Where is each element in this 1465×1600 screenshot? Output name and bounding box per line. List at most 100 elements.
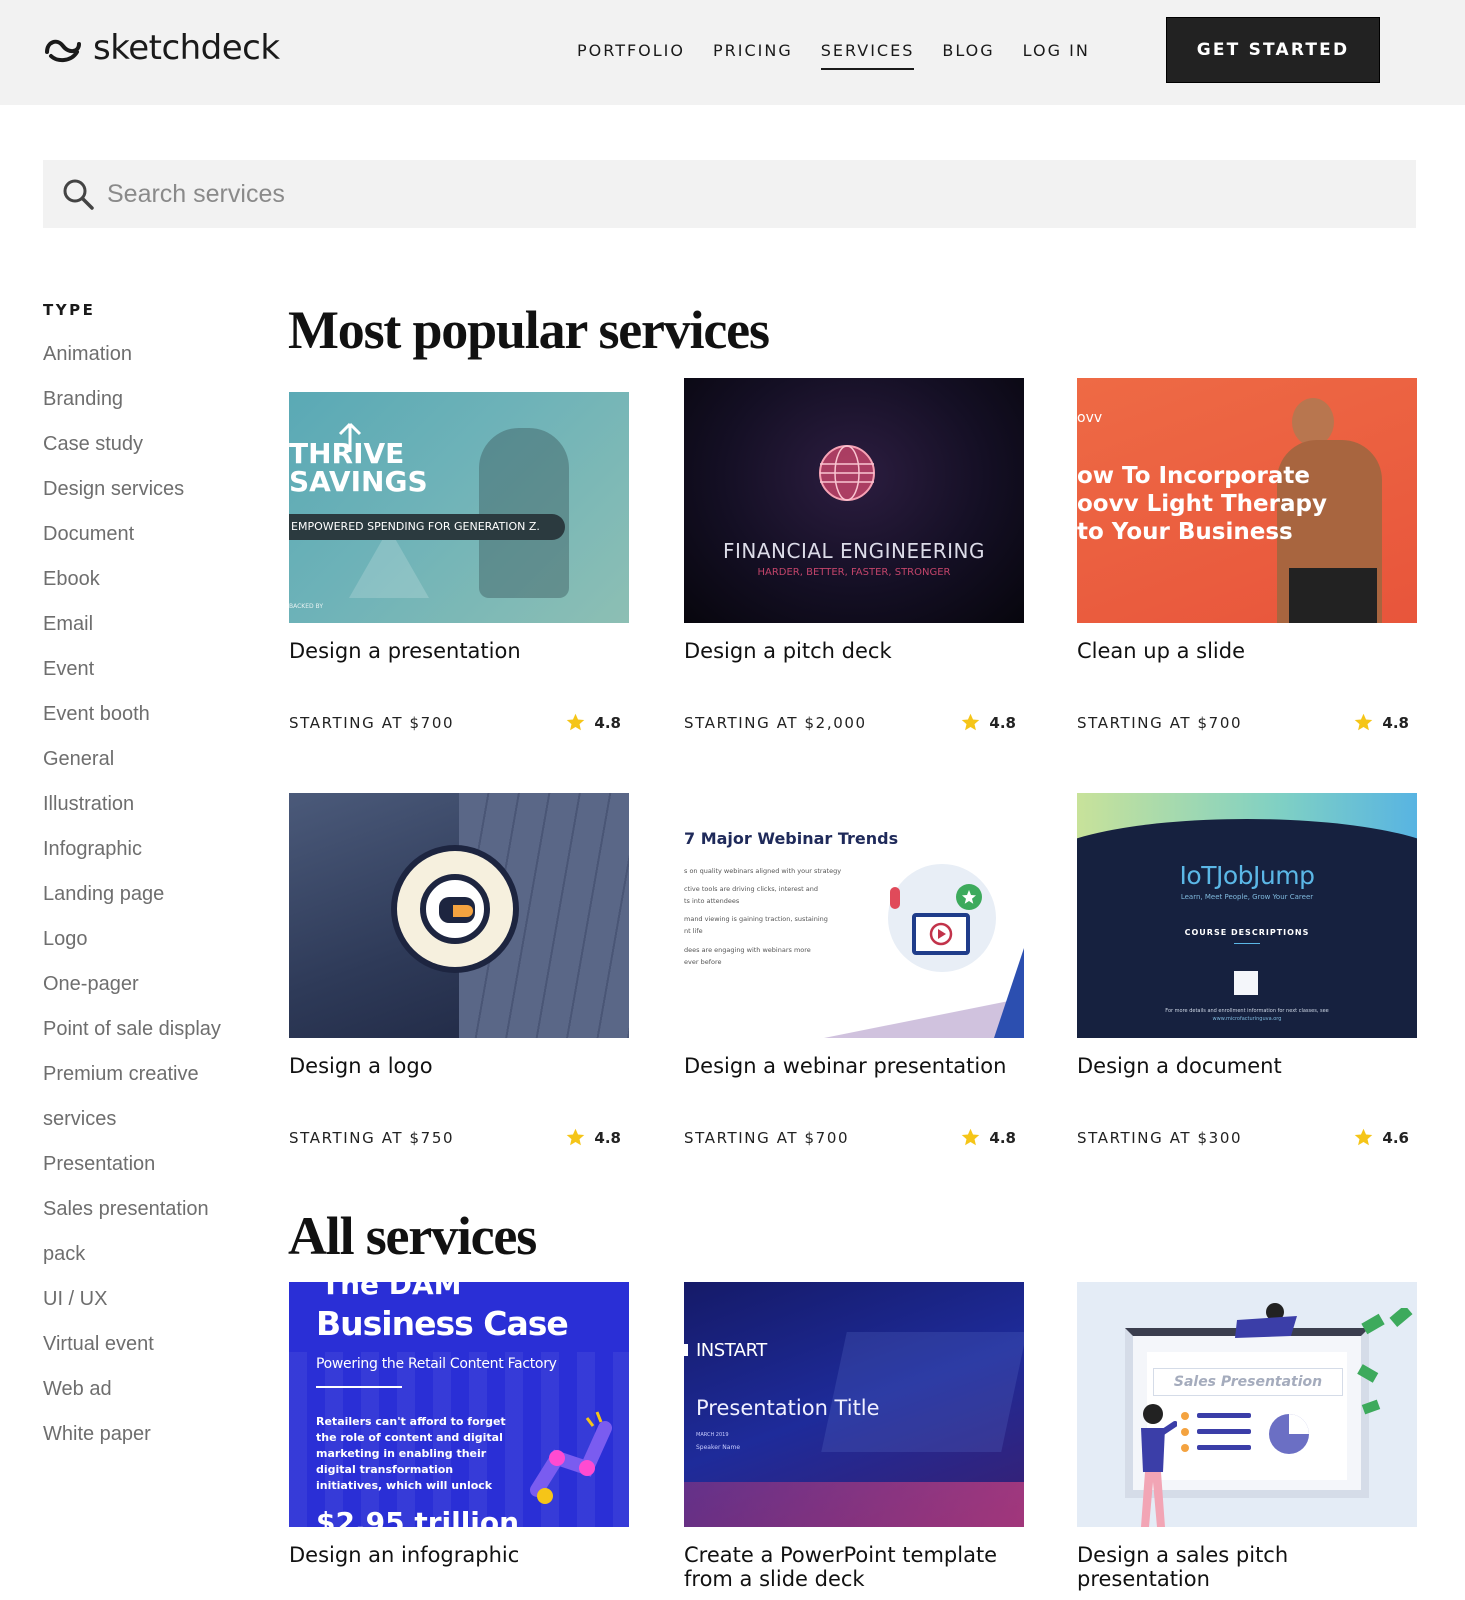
filter-premium-creative-services[interactable]: Premium creative <box>43 1060 253 1105</box>
service-card-clean-up-slide[interactable]: ovv ow To Incorporate oovv Light Therapy… <box>1077 378 1417 732</box>
card-rating: 4.8 <box>960 712 1016 733</box>
filter-landing-page[interactable]: Landing page <box>43 880 253 925</box>
filter-logo[interactable]: Logo <box>43 925 253 970</box>
filter-illustration[interactable]: Illustration <box>43 790 253 835</box>
card-rating: 4.8 <box>565 1127 621 1148</box>
service-card-webinar[interactable]: 7 Major Webinar Trends s on quality webi… <box>684 793 1024 1147</box>
thumb-speaker: Speaker Name <box>696 1444 741 1451</box>
search-input[interactable] <box>107 179 1307 209</box>
card-title: Design an infographic <box>289 1543 520 1567</box>
card-meta: STARTING AT $700 4.8 <box>684 1127 1016 1148</box>
thumb-headline: Presentation Title <box>696 1396 880 1420</box>
thumb-line2: oovv Light Therapy <box>1077 491 1327 517</box>
service-card-presentation[interactable]: THRIVE SAVINGS EMPOWERED SPENDING FOR GE… <box>289 378 629 732</box>
thumb-logo: IoTJobJump <box>1179 861 1315 890</box>
thumb-bullet: ever before <box>684 958 722 966</box>
filter-premium-creative-services-cont[interactable]: services <box>43 1105 253 1150</box>
logo-mark-icon <box>45 39 81 63</box>
thumb-body: initiatives, which will unlock <box>316 1479 493 1492</box>
thumbnail-pitch-deck: FINANCIAL ENGINEERING HARDER, BETTER, FA… <box>684 378 1024 623</box>
filter-virtual-event[interactable]: Virtual event <box>43 1330 253 1375</box>
thumbnail-document: IoTJobJump Learn, Meet People, Grow Your… <box>1077 793 1417 1038</box>
service-card-sales-pitch[interactable]: Sales Presentation Design a sales pitch … <box>1077 1282 1417 1591</box>
thumb-line1: THRIVE <box>289 437 405 470</box>
thumb-footnote: For more details and enrollment informat… <box>1165 1008 1329 1014</box>
get-started-button[interactable]: GET STARTED <box>1166 17 1380 83</box>
card-title: Clean up a slide <box>1077 639 1245 663</box>
service-card-logo[interactable]: Design a logo STARTING AT $750 4.8 <box>289 793 629 1147</box>
main-nav: PORTFOLIO PRICING SERVICES BLOG LOG IN <box>577 40 1118 70</box>
search-icon <box>63 179 94 210</box>
thumb-date: MARCH 2019 <box>696 1432 729 1438</box>
thumb-headline: FINANCIAL ENGINEERING <box>722 539 986 563</box>
filter-ebook[interactable]: Ebook <box>43 565 253 610</box>
card-meta: STARTING AT $700 4.8 <box>1077 712 1409 733</box>
filter-branding[interactable]: Branding <box>43 385 253 430</box>
card-meta: STARTING AT $700 4.8 <box>289 712 621 733</box>
thumbnail-infographic: The DAM Business Case Powering the Retai… <box>289 1282 629 1527</box>
filter-general[interactable]: General <box>43 745 253 790</box>
nav-pricing[interactable]: PRICING <box>713 40 793 70</box>
all-services-heading: All services <box>288 1206 537 1266</box>
filter-point-of-sale-display[interactable]: Point of sale display <box>43 1015 253 1060</box>
thumb-headline: 7 Major Webinar Trends <box>684 829 899 848</box>
money-icon <box>1357 1308 1413 1415</box>
card-title: Design a pitch deck <box>684 639 892 663</box>
filter-ui-ux[interactable]: UI / UX <box>43 1285 253 1330</box>
nav-services[interactable]: SERVICES <box>820 40 915 70</box>
filter-infographic[interactable]: Infographic <box>43 835 253 880</box>
card-title: Create a PowerPoint template from a slid… <box>684 1543 998 1591</box>
nav-log-in[interactable]: LOG IN <box>1023 40 1090 70</box>
filter-sales-presentation-pack-cont[interactable]: pack <box>43 1240 253 1285</box>
card-title: Design a webinar presentation <box>684 1054 1007 1078</box>
thumb-body: marketing in enabling their <box>316 1447 487 1460</box>
filter-web-ad[interactable]: Web ad <box>43 1375 253 1420</box>
robot-arm-icon <box>530 1411 612 1504</box>
nav-portfolio[interactable]: PORTFOLIO <box>577 40 685 70</box>
service-card-pitch-deck[interactable]: FINANCIAL ENGINEERING HARDER, BETTER, FA… <box>684 378 1024 732</box>
card-price: STARTING AT $750 <box>289 1128 455 1147</box>
thumb-body: the role of content and digital <box>316 1431 503 1444</box>
most-popular-heading: Most popular services <box>288 300 770 360</box>
thumb-bullet: nt life <box>684 927 703 935</box>
filter-sales-presentation-pack[interactable]: Sales presentation <box>43 1195 253 1240</box>
rating-value: 4.8 <box>989 713 1016 732</box>
service-card-infographic[interactable]: The DAM Business Case Powering the Retai… <box>289 1282 629 1567</box>
filter-event-booth[interactable]: Event booth <box>43 700 253 745</box>
nav-blog[interactable]: BLOG <box>942 40 994 70</box>
filter-email[interactable]: Email <box>43 610 253 655</box>
thumbnail-presentation: THRIVE SAVINGS EMPOWERED SPENDING FOR GE… <box>289 378 629 623</box>
filter-case-study[interactable]: Case study <box>43 430 253 475</box>
star-icon <box>567 713 585 731</box>
filter-document[interactable]: Document <box>43 520 253 565</box>
card-rating: 4.6 <box>1353 1127 1409 1148</box>
thumbnail-logo <box>289 793 629 1038</box>
thumb-body: digital transformation <box>316 1463 454 1476</box>
card-title: Design a logo <box>289 1054 433 1078</box>
service-card-powerpoint-template[interactable]: INSTART Presentation Title MARCH 2019 Sp… <box>684 1282 1024 1591</box>
filter-white-paper[interactable]: White paper <box>43 1420 253 1465</box>
filter-one-pager[interactable]: One-pager <box>43 970 253 1015</box>
thumb-line2: SAVINGS <box>289 465 428 498</box>
filter-presentation[interactable]: Presentation <box>43 1150 253 1195</box>
filter-event[interactable]: Event <box>43 655 253 700</box>
service-card-document[interactable]: IoTJobJump Learn, Meet People, Grow Your… <box>1077 793 1417 1147</box>
thumb-brand: INSTART <box>696 1340 767 1361</box>
filter-animation[interactable]: Animation <box>43 340 253 385</box>
card-meta: STARTING AT $300 4.6 <box>1077 1127 1409 1148</box>
thumb-bullet: ts into attendees <box>684 897 740 905</box>
star-icon <box>1355 1128 1373 1146</box>
star-icon <box>1355 713 1373 731</box>
brand-logo[interactable]: sketchdeck <box>43 30 280 66</box>
star-icon <box>962 1128 980 1146</box>
thumb-tagline: Learn, Meet People, Grow Your Career <box>1180 893 1314 901</box>
person-on-laptop-icon <box>1235 1303 1297 1338</box>
rating-value: 4.6 <box>1382 1128 1409 1147</box>
thumb-bottom: $2.95 trillion <box>316 1506 520 1527</box>
filter-design-services[interactable]: Design services <box>43 475 253 520</box>
card-meta: STARTING AT $2,000 4.8 <box>684 712 1016 733</box>
thumb-headline: Business Case <box>316 1304 569 1343</box>
thumb-bullet: ctive tools are driving clicks, interest… <box>684 885 819 893</box>
sidebar-heading: TYPE <box>43 301 96 319</box>
card-price: STARTING AT $2,000 <box>684 713 867 732</box>
